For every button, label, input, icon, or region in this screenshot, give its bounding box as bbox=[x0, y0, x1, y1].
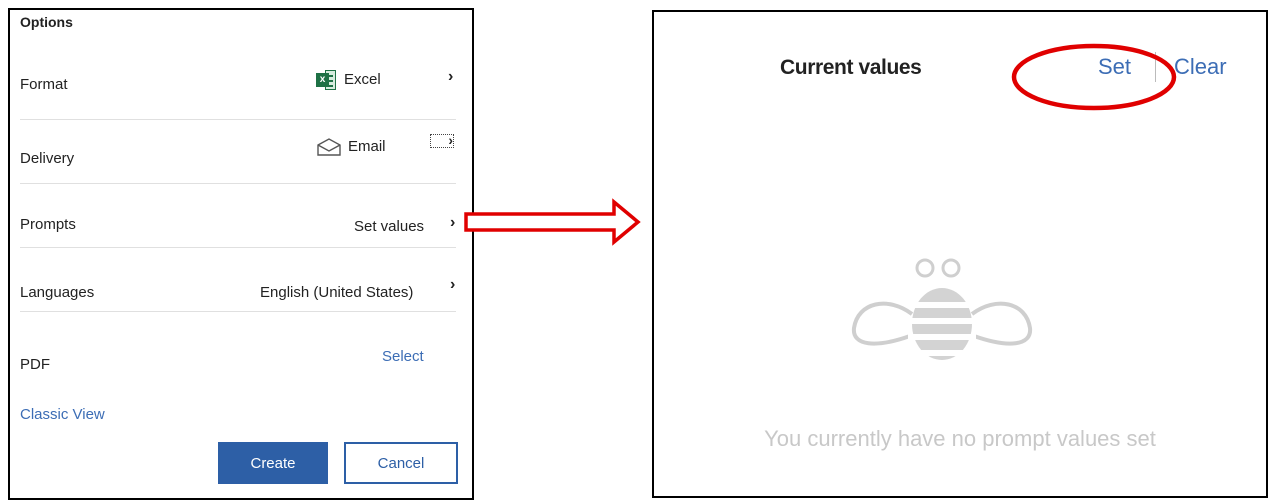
bee-illustration-icon bbox=[851, 258, 1033, 360]
envelope-icon bbox=[317, 138, 341, 156]
chevron-right-icon[interactable]: › bbox=[448, 68, 453, 86]
prompts-label: Prompts bbox=[20, 216, 76, 233]
prompts-row[interactable]: Prompts Set values › bbox=[20, 184, 456, 248]
format-value-text: Excel bbox=[344, 70, 381, 88]
clear-link[interactable]: Clear bbox=[1174, 54, 1227, 80]
format-label: Format bbox=[20, 76, 68, 93]
pdf-select-link[interactable]: Select bbox=[382, 348, 424, 365]
cancel-button[interactable]: Cancel bbox=[344, 442, 458, 484]
delivery-row[interactable]: Delivery Email › bbox=[20, 120, 456, 184]
chevron-right-icon[interactable]: › bbox=[450, 214, 455, 232]
delivery-value: Email bbox=[316, 138, 386, 156]
languages-value: English (United States) bbox=[260, 284, 414, 301]
prompt-values-panel: Current values Set Clear You currently h… bbox=[652, 10, 1268, 498]
format-value: x Excel bbox=[316, 70, 381, 90]
pdf-row: PDF Select bbox=[20, 312, 456, 384]
options-panel: Options Format x Excel › Delivery Email … bbox=[8, 8, 474, 500]
languages-label: Languages bbox=[20, 284, 95, 301]
format-row[interactable]: Format x Excel › bbox=[20, 56, 456, 120]
create-button[interactable]: Create bbox=[218, 442, 328, 484]
empty-state-message: You currently have no prompt values set bbox=[764, 426, 1156, 451]
delivery-label: Delivery bbox=[20, 150, 75, 167]
current-values-title: Current values bbox=[780, 56, 922, 79]
delivery-value-text: Email bbox=[348, 138, 386, 155]
excel-icon: x bbox=[316, 70, 336, 90]
options-title: Options bbox=[20, 14, 73, 30]
annotation-arrow bbox=[464, 198, 641, 246]
languages-row[interactable]: Languages English (United States) › bbox=[20, 248, 456, 312]
chevron-right-icon[interactable]: › bbox=[430, 133, 454, 148]
prompts-value: Set values bbox=[354, 218, 425, 235]
classic-view-link[interactable]: Classic View bbox=[20, 406, 105, 423]
chevron-right-icon[interactable]: › bbox=[450, 276, 455, 294]
highlight-ellipse bbox=[1011, 43, 1177, 111]
pdf-label: PDF bbox=[20, 356, 50, 373]
